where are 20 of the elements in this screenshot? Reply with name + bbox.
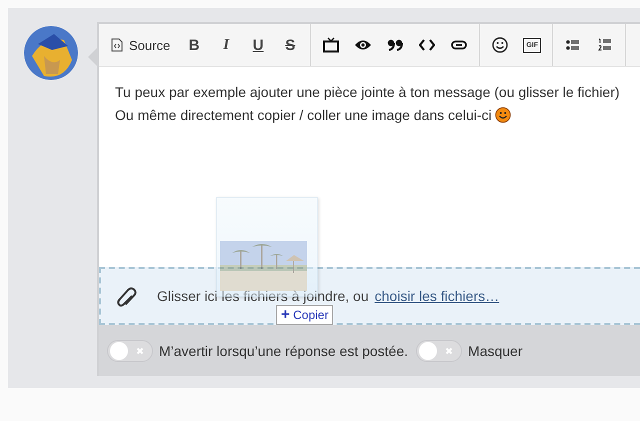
toggle-switch[interactable] xyxy=(416,340,462,362)
avatar-icon xyxy=(24,26,78,80)
italic-button[interactable]: I xyxy=(210,28,242,62)
choose-files-link[interactable]: choisir les fichiers… xyxy=(374,288,500,304)
close-icon xyxy=(445,346,454,354)
copy-cursor-label: + Copier xyxy=(276,305,334,325)
toggle-switch[interactable] xyxy=(107,340,153,362)
underline-button[interactable]: U xyxy=(242,28,274,62)
message-text: Ou même directement copier / coller une image dans celui-ci xyxy=(115,106,492,122)
option-label: M’avertir lorsqu’une réponse est postée. xyxy=(159,342,408,358)
drop-instructions: Glisser ici les fichiers à joindre, ou xyxy=(157,288,369,304)
code-file-icon xyxy=(111,38,123,52)
source-button[interactable]: Source xyxy=(103,28,178,62)
option-label: Masquer xyxy=(468,342,522,358)
strikethrough-button[interactable]: S xyxy=(274,28,306,62)
bold-button[interactable]: B xyxy=(178,28,210,62)
close-icon xyxy=(136,346,144,354)
message-text: Tu peux par exemple ajouter une pièce jointe à ton message (ou glisser le fichier) xyxy=(115,84,620,100)
message-editor[interactable]: Tu peux par exemple ajouter une pièce jointe à ton message (ou glisser le fichier) Ou même directement copier / coller une image dans celui-ci xyxy=(99,67,640,267)
smiley-icon xyxy=(494,106,511,122)
